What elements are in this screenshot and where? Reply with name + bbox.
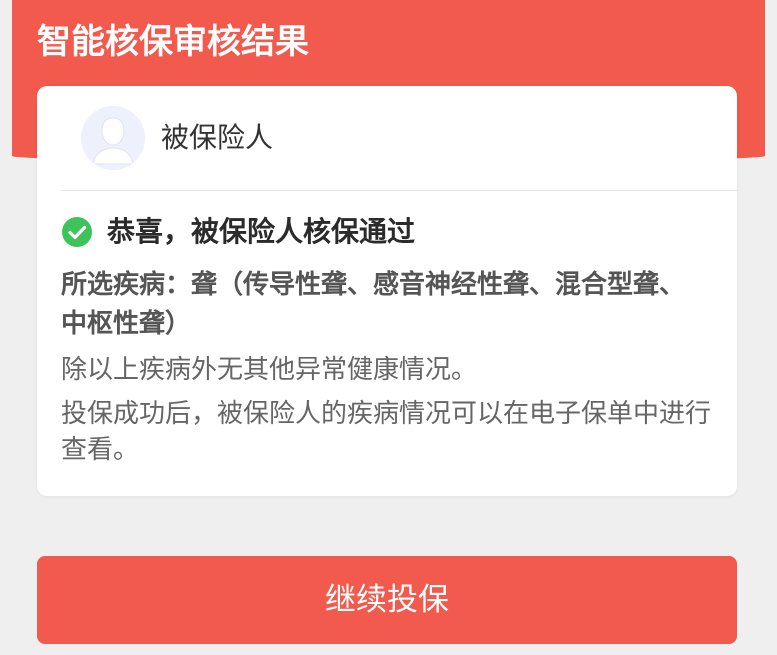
divider bbox=[61, 190, 737, 191]
insured-person-row: 被保险人 bbox=[37, 86, 737, 190]
result-status: 恭喜，被保险人核保通过 bbox=[61, 212, 721, 252]
page-title: 智能核保审核结果 bbox=[37, 22, 309, 62]
result-card: 被保险人 恭喜，被保险人核保通过 所选疾病：聋（传导性聋、感音神经性聋、混合型聋… bbox=[37, 86, 737, 496]
insured-label: 被保险人 bbox=[161, 121, 274, 154]
result-message: 恭喜，被保险人核保通过 bbox=[107, 215, 416, 248]
health-note: 除以上疾病外无其他异常健康情况。 bbox=[61, 355, 478, 385]
continue-insure-button[interactable]: 继续投保 bbox=[37, 556, 737, 644]
selected-disease-text: 所选疾病：聋（传导性聋、感音神经性聋、混合型聋、中枢性聋） bbox=[61, 270, 686, 339]
check-circle-icon bbox=[61, 216, 93, 248]
person-avatar-icon bbox=[81, 106, 145, 170]
underwriting-result-page: 智能核保审核结果 被保险人 恭喜，被保险人核保通过 所选疾病：聋（传导性聋、感音… bbox=[0, 0, 777, 655]
policy-note: 投保成功后，被保险人的疾病情况可以在电子保单中进行查看。 bbox=[61, 399, 712, 465]
